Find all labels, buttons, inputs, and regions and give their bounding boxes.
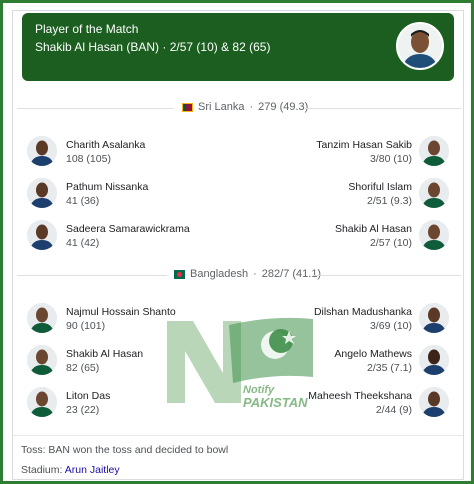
toss-info: Toss: BAN won the toss and decided to bo…	[21, 444, 229, 456]
header-rule-right	[313, 275, 461, 276]
batter-row[interactable]: Liton Das 23 (22)	[27, 387, 237, 423]
player-name: Pathum Nissanka	[66, 181, 149, 193]
header-rule-left	[17, 275, 167, 276]
player-stat: 23 (22)	[66, 404, 100, 416]
bowler-row[interactable]: Shoriful Islam 2/51 (9.3)	[239, 178, 449, 214]
player-avatar-icon	[27, 220, 57, 250]
player-name: Dilshan Madushanka	[313, 306, 412, 318]
batter-row[interactable]: Sadeera Samarawickrama 41 (42)	[27, 220, 237, 256]
team-score: 279 (49.3)	[258, 101, 309, 113]
innings-label: Sri Lanka · 279 (49.3)	[182, 101, 308, 113]
player-stat: 2/51 (9.3)	[367, 195, 412, 207]
potm-player: Shakib Al Hasan (BAN)	[35, 40, 160, 54]
batter-row[interactable]: Najmul Hossain Shanto 90 (101)	[27, 303, 237, 339]
player-name: Shakib Al Hasan	[66, 348, 144, 360]
outer-frame: Player of the Match Shakib Al Hasan (BAN…	[0, 0, 474, 484]
bowler-row[interactable]: Dilshan Madushanka 3/69 (10)	[239, 303, 449, 339]
bangladesh-flag-icon	[174, 269, 185, 279]
player-avatar-icon	[419, 303, 449, 333]
player-avatar-icon	[419, 178, 449, 208]
player-stat: 2/57 (10)	[369, 237, 412, 249]
header-rule-right	[305, 108, 461, 109]
player-stat: 2/44 (9)	[375, 404, 412, 416]
player-name: Sadeera Samarawickrama	[66, 223, 190, 235]
footer-divider	[13, 435, 463, 436]
batter-row[interactable]: Charith Asalanka 108 (105)	[27, 136, 237, 172]
innings-header-bangladesh: Bangladesh · 282/7 (41.1)	[13, 266, 463, 284]
player-avatar-icon	[419, 220, 449, 250]
player-avatar-icon	[27, 178, 57, 208]
innings-label: Bangladesh · 282/7 (41.1)	[174, 268, 321, 280]
player-headshot-icon	[398, 24, 442, 68]
player-name: Angelo Mathews	[334, 348, 412, 360]
player-name: Charith Asalanka	[66, 139, 146, 151]
innings-header-sri-lanka: Sri Lanka · 279 (49.3)	[13, 99, 463, 117]
stadium-label: Stadium:	[21, 464, 65, 476]
team-name: Sri Lanka	[198, 101, 245, 113]
player-avatar-icon	[27, 303, 57, 333]
player-avatar-icon	[27, 387, 57, 417]
player-stat: 3/69 (10)	[369, 320, 412, 332]
team-score: 282/7 (41.1)	[261, 268, 322, 280]
batter-row[interactable]: Shakib Al Hasan 82 (65)	[27, 345, 237, 381]
player-avatar-icon	[419, 345, 449, 375]
player-avatar-icon	[27, 345, 57, 375]
player-stat: 108 (105)	[66, 153, 111, 165]
separator: ·	[253, 268, 257, 280]
potm-figures: · 2/57 (10) & 82 (65)	[159, 40, 271, 54]
potm-heading: Player of the Match	[35, 22, 139, 36]
player-avatar-icon	[419, 387, 449, 417]
potm-details: Shakib Al Hasan (BAN) · 2/57 (10) & 82 (…	[35, 40, 270, 54]
header-rule-left	[17, 108, 174, 109]
sri-lanka-flag-icon	[182, 102, 193, 112]
bowler-row[interactable]: Angelo Mathews 2/35 (7.1)	[239, 345, 449, 381]
player-name: Shoriful Islam	[348, 181, 412, 193]
player-name: Liton Das	[66, 390, 111, 402]
stadium-link[interactable]: Arun Jaitley	[65, 464, 120, 476]
potm-player-photo	[396, 22, 444, 70]
separator: ·	[249, 101, 254, 113]
team-name: Bangladesh	[190, 268, 249, 280]
stadium-info: Stadium: Arun Jaitley	[21, 464, 120, 476]
match-summary-card: Player of the Match Shakib Al Hasan (BAN…	[12, 10, 464, 480]
player-name: Tanzim Hasan Sakib	[316, 139, 412, 151]
player-name: Shakib Al Hasan	[334, 223, 412, 235]
player-stat: 82 (65)	[66, 362, 100, 374]
batter-row[interactable]: Pathum Nissanka 41 (36)	[27, 178, 237, 214]
bowler-row[interactable]: Maheesh Theekshana 2/44 (9)	[239, 387, 449, 423]
player-of-match-banner[interactable]: Player of the Match Shakib Al Hasan (BAN…	[22, 13, 454, 81]
player-name: Najmul Hossain Shanto	[66, 306, 176, 318]
bowler-row[interactable]: Shakib Al Hasan 2/57 (10)	[239, 220, 449, 256]
player-stat: 3/80 (10)	[369, 153, 412, 165]
player-stat: 90 (101)	[66, 320, 106, 332]
bowler-row[interactable]: Tanzim Hasan Sakib 3/80 (10)	[239, 136, 449, 172]
player-stat: 41 (42)	[66, 237, 100, 249]
player-avatar-icon	[419, 136, 449, 166]
player-stat: 2/35 (7.1)	[367, 362, 412, 374]
player-name: Maheesh Theekshana	[308, 390, 412, 402]
player-stat: 41 (36)	[66, 195, 100, 207]
player-avatar-icon	[27, 136, 57, 166]
